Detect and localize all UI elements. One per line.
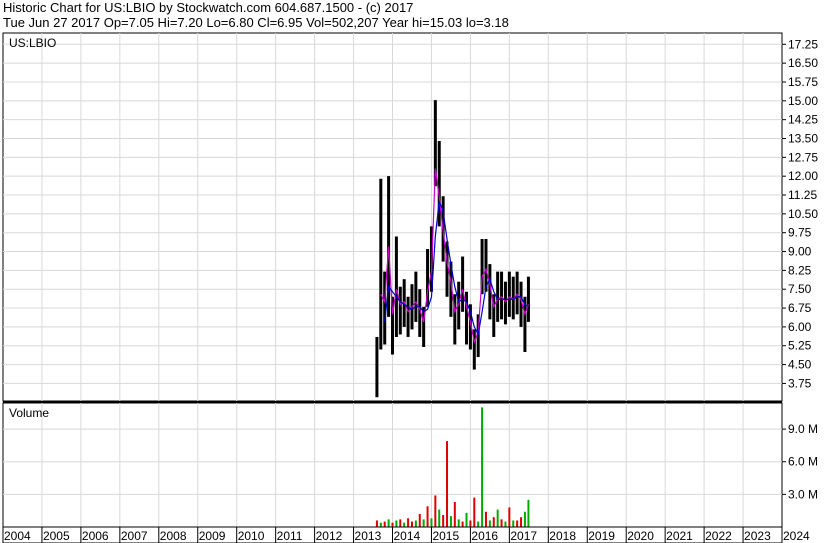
volume-tick-label: 9.0 M (788, 422, 818, 436)
symbol-label: US:LBIO (9, 36, 56, 50)
volume-label: Volume (9, 406, 49, 420)
x-tick-label: 2004 (4, 529, 31, 543)
x-tick-label: 2018 (549, 529, 576, 543)
historic-chart: US:LBIO 17.25 16.50 15.75 15.00 14.25 13.50 12… (2, 32, 818, 543)
volume-tick-label: 6.0 M (788, 455, 818, 469)
x-tick-label: 2022 (705, 529, 732, 543)
price-y-axis: 17.25 16.50 15.75 15.00 14.25 13.50 12.75 12.00… (782, 37, 818, 390)
price-tick-label: 9.75 (788, 226, 812, 240)
price-tick-label: 8.25 (788, 263, 812, 277)
x-tick-label: 2007 (121, 529, 148, 543)
x-tick-label: 2021 (666, 529, 693, 543)
x-tick-label: 2017 (510, 529, 537, 543)
x-tick-label: 2012 (316, 529, 343, 543)
x-tick-label: 2011 (277, 529, 303, 543)
x-tick-label: 2024 (783, 529, 810, 543)
price-tick-label: 6.00 (788, 320, 812, 334)
volume-y-axis: 9.0 M 6.0 M 3.0 M (782, 422, 818, 501)
price-tick-label: 10.50 (788, 207, 818, 221)
price-tick-label: 15.00 (788, 94, 818, 108)
price-tick-label: 16.50 (788, 56, 818, 70)
price-tick-label: 14.25 (788, 113, 818, 127)
price-tick-label: 13.50 (788, 132, 818, 146)
price-tick-label: 3.75 (788, 376, 812, 390)
x-tick-label: 2008 (160, 529, 187, 543)
volume-grid (3, 403, 782, 527)
price-tick-label: 12.00 (788, 169, 818, 183)
price-tick-label: 4.50 (788, 358, 812, 372)
x-tick-label: 2005 (43, 529, 70, 543)
price-tick-label: 11.25 (788, 188, 817, 202)
x-tick-label: 2009 (199, 529, 226, 543)
price-tick-label: 7.50 (788, 282, 812, 296)
x-tick-label: 2010 (238, 529, 265, 543)
volume-tick-label: 3.0 M (788, 487, 818, 501)
price-tick-label: 17.25 (788, 37, 818, 51)
x-tick-label: 2020 (627, 529, 654, 543)
x-tick-label: 2015 (432, 529, 459, 543)
x-tick-label: 2014 (394, 529, 421, 543)
price-tick-label: 15.75 (788, 75, 818, 89)
x-tick-label: 2006 (82, 529, 109, 543)
price-tick-label: 6.75 (788, 301, 812, 315)
x-tick-label: 2016 (471, 529, 498, 543)
x-axis: 2004 2005 2006 2007 2008 2009 2010 2011 2012 2013… (2, 527, 810, 543)
price-tick-label: 5.25 (788, 339, 812, 353)
x-tick-label: 2023 (744, 529, 771, 543)
x-tick-label: 2013 (355, 529, 382, 543)
price-tick-label: 12.75 (788, 150, 818, 164)
x-tick-label: 2019 (588, 529, 615, 543)
price-tick-label: 9.00 (788, 245, 812, 259)
